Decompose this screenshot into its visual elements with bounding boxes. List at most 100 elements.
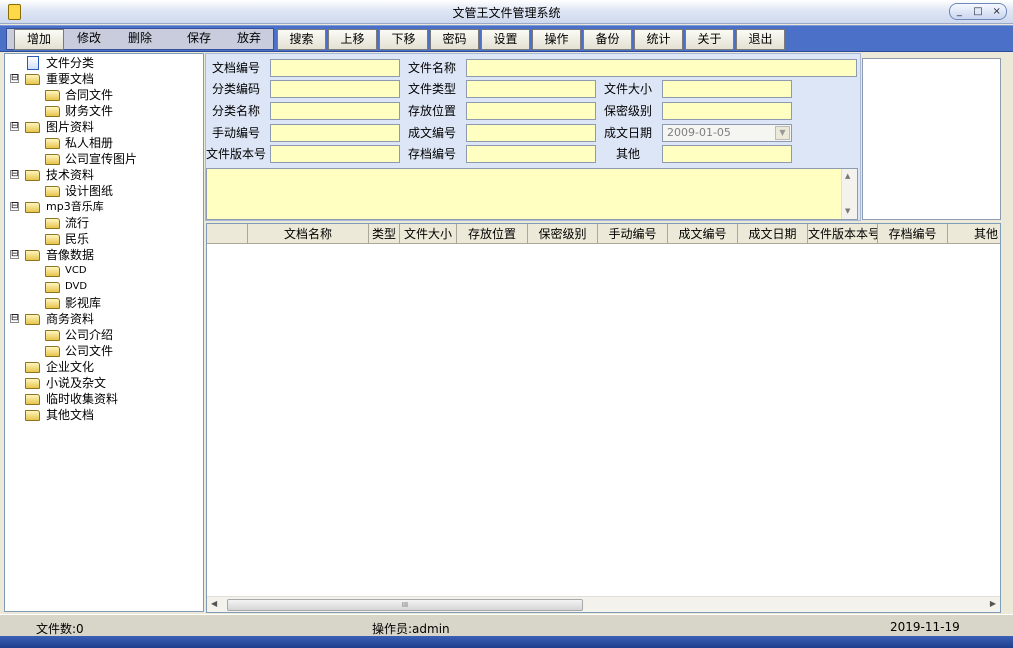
tree-item[interactable]: ⊟ 技术资料: [5, 167, 200, 183]
file-name-field[interactable]: [466, 59, 857, 77]
tree-item[interactable]: DVD: [5, 279, 200, 295]
tree-label: 公司宣传图片: [65, 152, 138, 166]
save-button[interactable]: 保存: [174, 29, 224, 50]
version-number-field[interactable]: [270, 145, 400, 163]
scroll-down-icon[interactable]: ▼: [845, 207, 850, 215]
tree-item[interactable]: 公司介绍: [5, 327, 200, 343]
tree-item[interactable]: 临时收集资料: [5, 391, 200, 407]
category-code-field[interactable]: [270, 80, 400, 98]
category-tree[interactable]: 文件分类 ⊟ 重要文档 合同文件 财务文件 ⊟ 图片资料 私人相册 公司宣传图片…: [4, 53, 204, 612]
search-button[interactable]: 搜索: [277, 29, 326, 50]
col-storage-location[interactable]: 存放位置: [457, 224, 528, 244]
move-up-button[interactable]: 上移: [328, 29, 377, 50]
folder-icon: [45, 330, 60, 341]
security-level-field[interactable]: [662, 102, 792, 120]
scroll-right-icon[interactable]: ▶: [990, 599, 996, 608]
folder-icon: [25, 314, 40, 325]
operation-button[interactable]: 操作: [532, 29, 581, 50]
minimize-button[interactable]: _: [950, 4, 968, 19]
file-type-field[interactable]: [466, 80, 596, 98]
col-issue-number[interactable]: 成文编号: [668, 224, 738, 244]
col-archive-number[interactable]: 存档编号: [878, 224, 948, 244]
memo-field[interactable]: ▲ ▼: [206, 168, 858, 220]
tree-item[interactable]: 公司宣传图片: [5, 151, 200, 167]
folder-icon: [25, 122, 40, 133]
col-security-level[interactable]: 保密级别: [528, 224, 598, 244]
tree-item[interactable]: ⊟ 图片资料: [5, 119, 200, 135]
discard-button[interactable]: 放弃: [224, 29, 274, 50]
dropdown-arrow-icon[interactable]: ▼: [775, 126, 790, 140]
issue-date-picker[interactable]: 2009-01-05 ▼: [662, 124, 792, 142]
archive-number-field[interactable]: [466, 145, 596, 163]
tree-item[interactable]: 流行: [5, 215, 200, 231]
col-issue-date[interactable]: 成文日期: [738, 224, 808, 244]
move-down-button[interactable]: 下移: [379, 29, 428, 50]
scroll-left-icon[interactable]: ◀: [211, 599, 217, 608]
tree-item[interactable]: ⊟ mp3音乐库: [5, 199, 200, 215]
add-button[interactable]: 增加: [14, 29, 64, 50]
settings-button[interactable]: 设置: [481, 29, 530, 50]
scroll-up-icon[interactable]: ▲: [845, 172, 850, 180]
col-other[interactable]: 其他: [948, 224, 1000, 244]
col-manual-number[interactable]: 手动编号: [598, 224, 668, 244]
tree-label: 文件分类: [46, 56, 95, 70]
maximize-button[interactable]: □: [969, 4, 987, 19]
col-selector[interactable]: [207, 224, 248, 244]
about-button[interactable]: 关于: [685, 29, 734, 50]
manual-number-field[interactable]: [270, 124, 400, 142]
tree-item[interactable]: 其他文档: [5, 407, 200, 423]
tree-item[interactable]: 设计图纸: [5, 183, 200, 199]
tree-label: 技术资料: [46, 168, 95, 182]
col-version-number[interactable]: 文件版本本号: [808, 224, 878, 244]
col-doc-name[interactable]: 文档名称: [248, 224, 369, 244]
other-field[interactable]: [662, 145, 792, 163]
window-title: 文管王文件管理系统: [452, 6, 561, 20]
doc-number-field[interactable]: [270, 59, 400, 77]
tree-label: 流行: [65, 216, 90, 230]
folder-icon: [25, 170, 40, 181]
folder-icon: [25, 410, 40, 421]
horizontal-scrollbar[interactable]: ◀ III ▶: [207, 596, 1000, 612]
tree-item[interactable]: 财务文件: [5, 103, 200, 119]
collapse-icon[interactable]: ⊟: [10, 74, 19, 83]
collapse-icon[interactable]: ⊟: [10, 314, 19, 323]
col-file-size[interactable]: 文件大小: [400, 224, 457, 244]
storage-location-field[interactable]: [466, 102, 596, 120]
document-table[interactable]: 文档名称 类型 文件大小 存放位置 保密级别 手动编号 成文编号 成文日期 文件…: [206, 223, 1001, 613]
exit-button[interactable]: 退出: [736, 29, 785, 50]
tree-item[interactable]: 公司文件: [5, 343, 200, 359]
password-button[interactable]: 密码: [430, 29, 479, 50]
tree-root[interactable]: 文件分类: [5, 55, 200, 71]
tree-item[interactable]: 影视库: [5, 295, 200, 311]
scroll-thumb[interactable]: III: [227, 599, 583, 611]
tree-item[interactable]: ⊟ 音像数据: [5, 247, 200, 263]
status-bar: 文件数:0 操作员:admin 2019-11-19 15:06:58: [0, 614, 1013, 648]
col-type[interactable]: 类型: [369, 224, 400, 244]
collapse-icon[interactable]: ⊟: [10, 170, 19, 179]
tree-item[interactable]: 企业文化: [5, 359, 200, 375]
archive-number-label: 存档编号: [408, 147, 457, 161]
close-button[interactable]: ×: [988, 4, 1006, 19]
tree-item[interactable]: ⊟ 商务资料: [5, 311, 200, 327]
category-name-field[interactable]: [270, 102, 400, 120]
tree-item[interactable]: 私人相册: [5, 135, 200, 151]
other-label: 其他: [616, 147, 641, 161]
delete-button[interactable]: 删除: [114, 29, 166, 50]
tree-item[interactable]: 小说及杂文: [5, 375, 200, 391]
backup-button[interactable]: 备份: [583, 29, 632, 50]
tree-item[interactable]: VCD: [5, 263, 200, 279]
issue-number-field[interactable]: [466, 124, 596, 142]
collapse-icon[interactable]: ⊟: [10, 122, 19, 131]
collapse-icon[interactable]: ⊟: [10, 250, 19, 259]
collapse-icon[interactable]: ⊟: [10, 202, 19, 211]
issue-number-label: 成文编号: [408, 126, 457, 140]
tree-label: 公司文件: [65, 344, 114, 358]
memo-scrollbar[interactable]: ▲ ▼: [841, 169, 857, 219]
file-size-field[interactable]: [662, 80, 792, 98]
edit-button[interactable]: 修改: [64, 29, 114, 50]
tree-item[interactable]: 民乐: [5, 231, 200, 247]
tree-item[interactable]: ⊟ 重要文档: [5, 71, 200, 87]
folder-icon: [25, 74, 40, 85]
statistics-button[interactable]: 统计: [634, 29, 683, 50]
tree-item[interactable]: 合同文件: [5, 87, 200, 103]
